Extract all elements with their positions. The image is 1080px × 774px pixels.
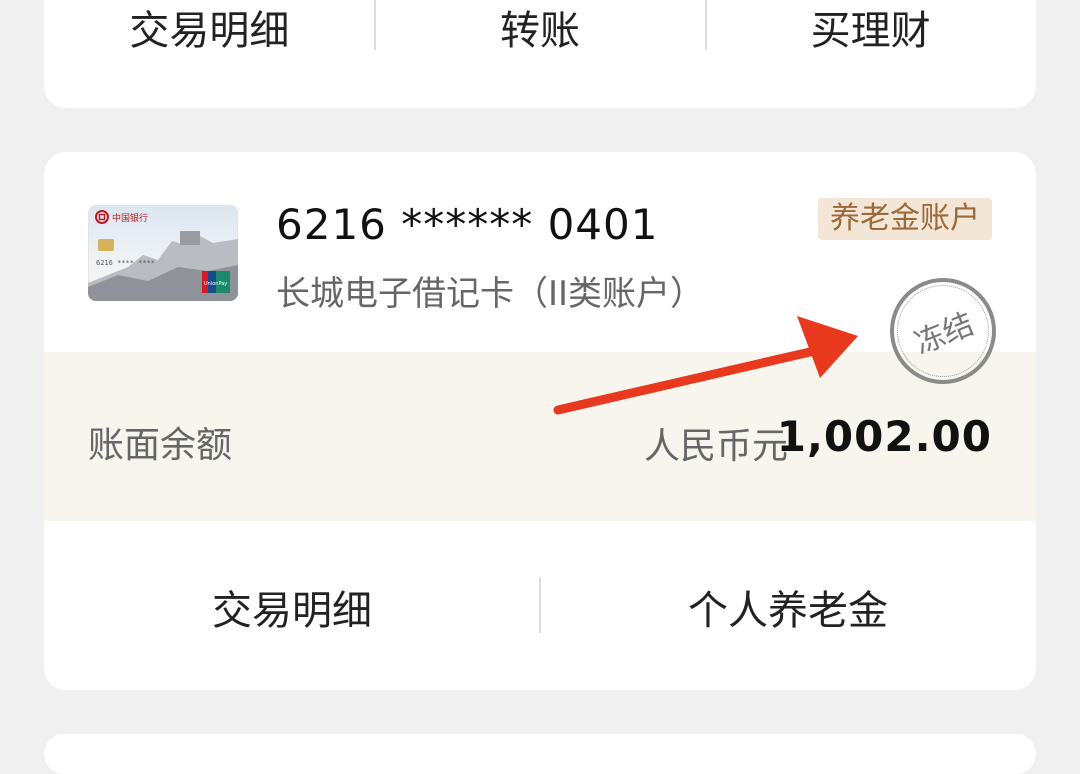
balance-label: 账面余额 [88,425,233,466]
next-card-peek [44,734,1036,774]
account-transaction-details-button[interactable]: 交易明细 [44,552,540,662]
personal-pension-button[interactable]: 个人养老金 [540,552,1036,662]
transfer-label: 转账 [500,8,580,54]
card-number: 6216 ****** 0401 [276,200,659,249]
account-transaction-details-label: 交易明细 [212,588,372,634]
top-actions-row: 交易明细 转账 买理财 [44,0,1036,54]
divider [705,0,707,50]
bank-card-thumbnail: 中国银行 6216 **** **** UnionPay [88,205,238,301]
personal-pension-label: 个人养老金 [688,588,888,634]
transaction-details-button[interactable]: 交易明细 [44,0,375,54]
top-quick-actions-card: 交易明细 转账 买理财 [44,0,1036,108]
pension-account-tag: 养老金账户 [818,198,992,240]
balance-section: 账面余额 人民币元 1,002.00 [44,352,1036,521]
card-embossed-number: 6216 **** **** [96,259,155,267]
transaction-details-label: 交易明细 [129,8,290,54]
transfer-button[interactable]: 转账 [375,0,706,54]
divider [374,0,376,50]
currency-label: 人民币元 [643,426,788,467]
bank-name-mark: 中国银行 [112,212,148,224]
buy-wealth-label: 买理财 [810,8,931,54]
card-artwork-icon: 中国银行 6216 **** **** UnionPay [88,210,238,301]
buy-wealth-button[interactable]: 买理财 [705,0,1036,54]
divider [539,577,541,633]
balance-amount: 1,002.00 [776,412,992,461]
card-type-label: 长城电子借记卡（II类账户） [276,274,705,314]
pension-account-card[interactable]: 中国银行 6216 **** **** UnionPay 6216 ******… [44,152,1036,690]
network-mark: UnionPay [204,281,227,287]
frozen-stamp-text: 冻结 [909,306,979,362]
